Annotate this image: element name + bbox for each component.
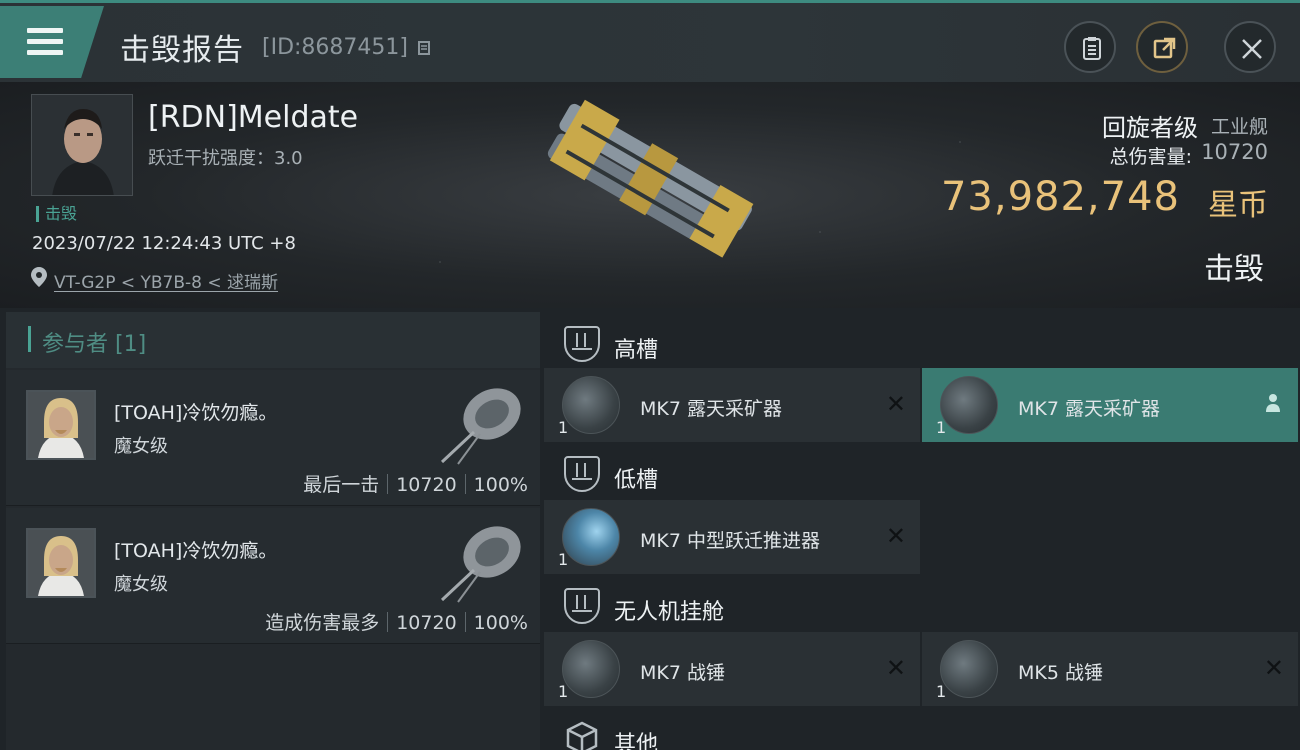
- module-item[interactable]: 1 MK7 露天采矿器 ✕: [544, 368, 920, 442]
- module-quantity: 1: [558, 418, 569, 437]
- drone-icon: [562, 640, 620, 698]
- module-name: MK5 战锤: [1018, 662, 1103, 684]
- close-icon: [1242, 39, 1262, 59]
- module-quantity: 1: [558, 550, 569, 569]
- kill-result: 击毁: [1204, 252, 1264, 287]
- page-title: 击毁报告: [120, 33, 244, 68]
- hamburger-icon: [27, 28, 63, 56]
- module-item[interactable]: 1 MK7 中型跃迁推进器 ✕: [544, 500, 920, 574]
- participants-header: 参与者 [1]: [6, 312, 540, 368]
- module-name: MK7 露天采矿器: [640, 398, 782, 420]
- other-label: 其他: [614, 732, 659, 750]
- participant-percent: 100%: [473, 474, 528, 496]
- isk-unit: 星币: [1208, 188, 1268, 223]
- module-name: MK7 中型跃迁推进器: [640, 530, 820, 552]
- module-quantity: 1: [558, 682, 569, 701]
- module-name: MK7 露天采矿器: [1018, 398, 1160, 420]
- character-portrait: [28, 530, 94, 596]
- participant-name[interactable]: [TOAH]冷饮勿瘾。: [114, 536, 277, 563]
- character-portrait: [28, 392, 94, 458]
- dropped-person-icon: [1266, 394, 1280, 412]
- participant-role: 造成伤害最多: [265, 612, 380, 634]
- module-item[interactable]: 1 MK7 露天采矿器: [922, 368, 1298, 442]
- drone-bay-icon: [564, 588, 600, 624]
- module-quantity: 1: [936, 682, 947, 701]
- participant-stats: 最后一击 10720 100%: [303, 470, 528, 497]
- participant-ship-image: [440, 526, 521, 603]
- participant-row[interactable]: [TOAH]冷饮勿瘾。 魔女级 最后一击 10720 100%: [6, 370, 540, 506]
- cargo-box-icon: [566, 721, 598, 750]
- participant-name[interactable]: [TOAH]冷饮勿瘾。: [114, 398, 277, 425]
- victim-ship-class: 工业舰: [1210, 116, 1268, 138]
- report-id-text: [ID:8687451]: [262, 35, 408, 60]
- destroyed-icon: ✕: [885, 390, 906, 418]
- participant-avatar[interactable]: [26, 390, 96, 460]
- menu-button[interactable]: [0, 6, 104, 78]
- participants-panel: 参与者 [1] [TOAH]冷饮勿瘾。 魔女级 最后一击 10720 100%: [6, 312, 540, 750]
- victim-ship-name[interactable]: 回旋者级: [1102, 108, 1198, 143]
- participant-percent: 100%: [473, 612, 528, 634]
- report-button[interactable]: [1064, 21, 1116, 73]
- copy-icon[interactable]: [415, 38, 433, 56]
- close-button[interactable]: [1224, 21, 1276, 73]
- destroyed-icon: ✕: [885, 522, 906, 550]
- destroyed-icon: ✕: [885, 654, 906, 682]
- low-slot-label: 低槽: [614, 468, 659, 493]
- participants-title: 参与者 [1]: [42, 332, 147, 357]
- drone-bay-label: 无人机挂舱: [614, 600, 725, 625]
- module-quantity: 1: [936, 418, 947, 437]
- victim-name[interactable]: [RDN]Meldate: [148, 100, 358, 135]
- module-name: MK7 战锤: [640, 662, 725, 684]
- high-slot-icon: [564, 326, 600, 362]
- participant-row[interactable]: [TOAH]冷饮勿瘾。 魔女级 造成伤害最多 10720 100%: [6, 508, 540, 644]
- destroyed-icon: ✕: [1263, 654, 1284, 682]
- participant-damage: 10720: [396, 612, 457, 634]
- warp-disrupt-strength: 跃迁干扰强度：3.0: [148, 148, 303, 169]
- high-slot-header: 高槽: [544, 316, 1300, 372]
- character-portrait: [32, 95, 132, 195]
- low-slot-icon: [564, 456, 600, 492]
- high-slot-label: 高槽: [614, 338, 659, 363]
- top-bar: 击毁报告 [ID:8687451]: [0, 0, 1300, 82]
- victim-avatar[interactable]: [31, 94, 133, 196]
- victim-ship-image: [547, 99, 754, 258]
- afterburner-icon: [562, 508, 620, 566]
- report-icon: [1083, 37, 1101, 60]
- victim-banner: [RDN]Meldate 跃迁干扰强度：3.0 击毁 2023/07/22 12…: [0, 82, 1300, 308]
- share-button[interactable]: [1136, 21, 1188, 73]
- fitting-panel: 高槽 1 MK7 露天采矿器 ✕ 1 MK7 露天采矿器 低槽 1 MK7 中型…: [544, 312, 1300, 750]
- participant-ship-image: [440, 388, 521, 465]
- status-tag: 击毁: [36, 206, 77, 222]
- participant-damage: 10720: [396, 474, 457, 496]
- other-header: 其他: [544, 710, 1300, 750]
- low-slot-header: 低槽: [544, 446, 1300, 502]
- share-icon: [1153, 37, 1176, 59]
- module-item[interactable]: 1 MK7 战锤 ✕: [544, 632, 920, 706]
- strip-miner-icon: [940, 376, 998, 434]
- location-pin-icon: [31, 267, 47, 287]
- drone-icon: [940, 640, 998, 698]
- strip-miner-icon: [562, 376, 620, 434]
- participant-stats: 造成伤害最多 10720 100%: [265, 608, 528, 635]
- participant-ship: 魔女级: [114, 436, 168, 457]
- module-item[interactable]: 1 MK5 战锤 ✕: [922, 632, 1298, 706]
- kill-timestamp: 2023/07/22 12:24:43 UTC +8: [32, 233, 296, 254]
- participant-ship: 魔女级: [114, 574, 168, 595]
- total-damage-label: 总伤害量:: [1109, 146, 1192, 168]
- participant-role: 最后一击: [303, 474, 380, 496]
- report-id[interactable]: [ID:8687451]: [262, 35, 433, 60]
- kill-location-link[interactable]: VT-G2P < YB7B-8 < 逑瑞斯: [54, 268, 278, 293]
- total-damage-value: 10720: [1201, 140, 1268, 164]
- isk-value: 73,982,748: [940, 174, 1180, 220]
- drone-bay-header: 无人机挂舱: [544, 578, 1300, 634]
- participant-avatar[interactable]: [26, 528, 96, 598]
